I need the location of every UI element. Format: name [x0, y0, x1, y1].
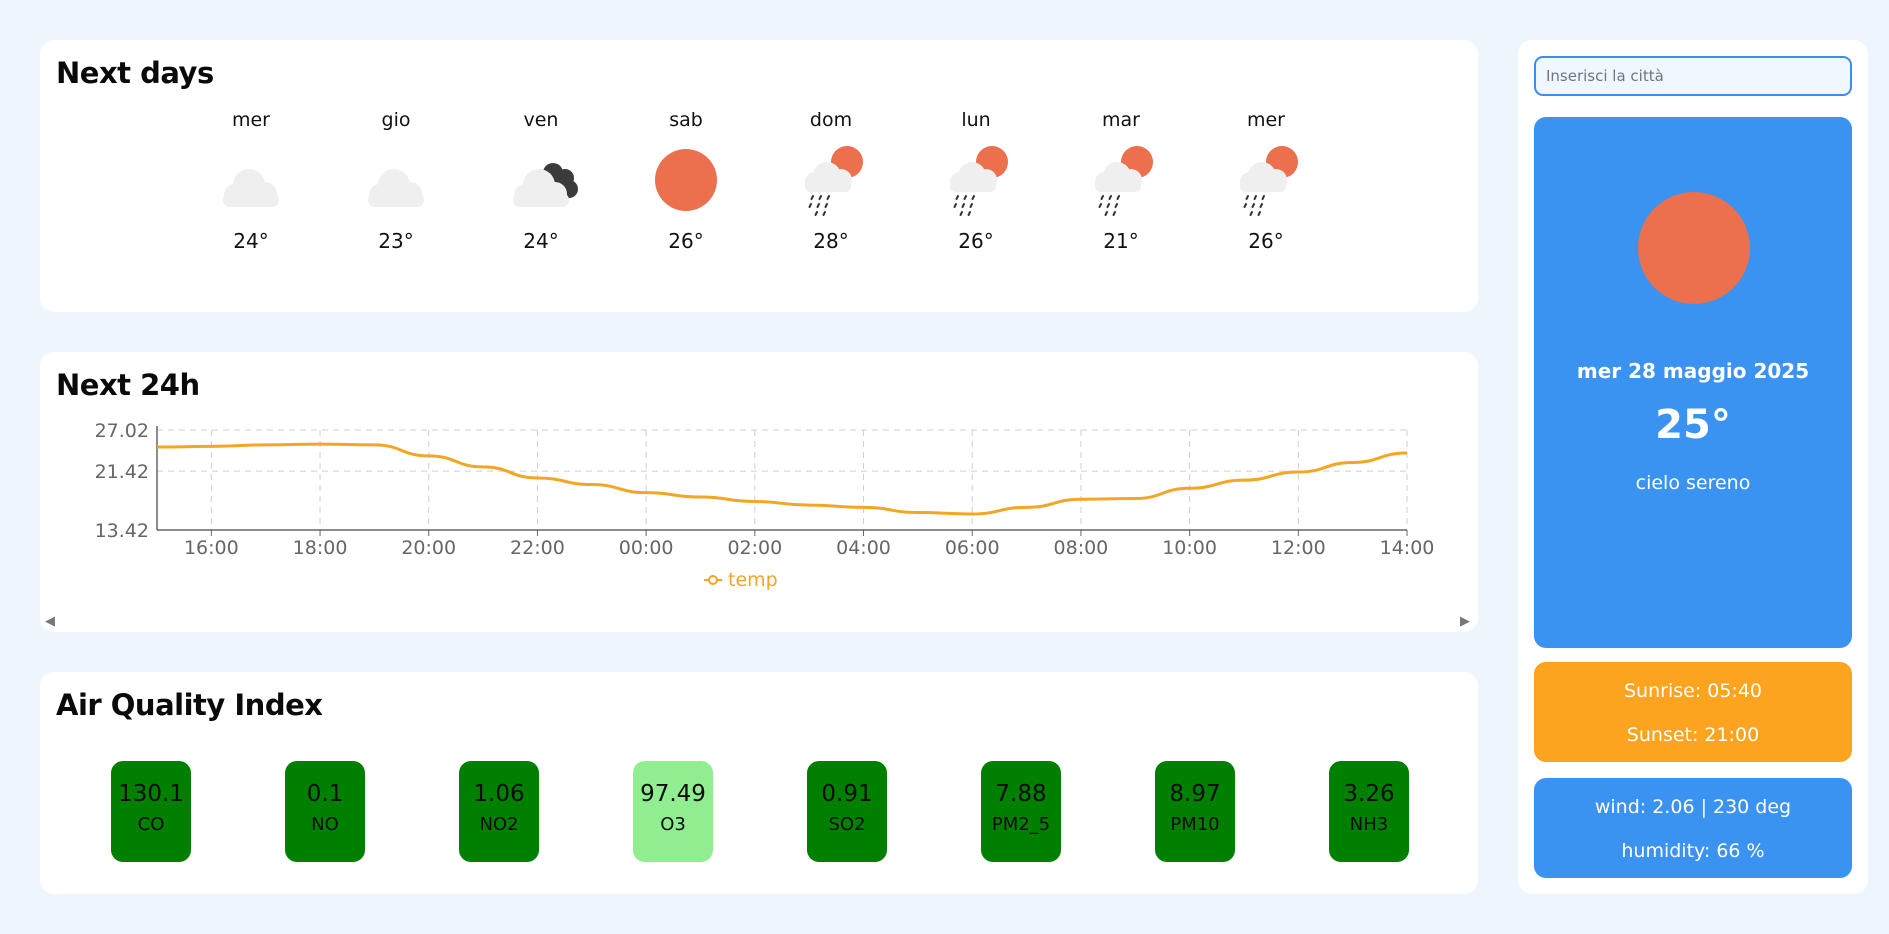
x-tick-label: 12:00 [1271, 537, 1326, 559]
aqi-item-pm10: 8.97 PM10 [1155, 761, 1235, 862]
sun-rain-icon [1061, 134, 1181, 226]
day-forecast: lun 26° [916, 106, 1036, 256]
sun-rain-icon [916, 134, 1036, 226]
aqi-value: 130.1 [118, 781, 184, 807]
next-days-card: Next days mer 24° gio 23° ven 24° sab 26° dom 28°… [40, 40, 1478, 312]
aqi-label: SO2 [828, 814, 866, 835]
x-tick-label: 14:00 [1380, 537, 1435, 559]
aqi-label: NO [311, 814, 339, 835]
legend-marker [708, 575, 718, 585]
cloud-icon [336, 134, 456, 226]
current-date: mer 28 maggio 2025 [1576, 359, 1810, 383]
scroll-right-arrow[interactable]: ▶ [1460, 614, 1470, 629]
aqi-value: 0.1 [306, 781, 344, 807]
next-24h-card: Next 24h 27.02 21.42 13.42 16:00 18:00 20:00 2… [40, 352, 1478, 632]
day-name: lun [961, 109, 991, 131]
aqi-label: PM10 [1170, 814, 1220, 835]
day-forecast: ven 24° [481, 106, 601, 256]
sun-icon [626, 134, 746, 226]
aqi-value: 7.88 [995, 781, 1047, 807]
day-forecast: dom 28° [771, 106, 891, 256]
day-forecast: mar 21° [1061, 106, 1181, 256]
day-temp: 28° [813, 229, 849, 253]
y-tick-label: 13.42 [95, 520, 149, 542]
x-tick-label: 08:00 [1054, 537, 1109, 559]
aqi-label: O3 [660, 814, 686, 835]
air-quality-title: Air Quality Index [56, 688, 323, 722]
next-days-title: Next days [56, 56, 214, 90]
x-tick-label: 18:00 [293, 537, 348, 559]
day-temp: 24° [523, 229, 559, 253]
day-temp: 26° [668, 229, 704, 253]
x-tick-label: 20:00 [401, 537, 456, 559]
day-temp: 26° [958, 229, 994, 253]
y-tick-label: 27.02 [95, 420, 149, 442]
day-name: sab [669, 109, 703, 131]
aqi-value: 1.06 [473, 781, 525, 807]
sun-rain-icon [771, 134, 891, 226]
current-description: cielo sereno [1635, 472, 1751, 494]
wind-text: wind: 2.06 | 230 deg [1594, 796, 1792, 818]
day-forecast: sab 26° [626, 106, 746, 256]
wind-humidity-card: wind: 2.06 | 230 deg humidity: 66 % [1534, 778, 1852, 878]
day-name: dom [809, 109, 853, 131]
day-name: mer [231, 109, 270, 131]
sunrise-text: Sunrise: 05:40 [1623, 680, 1763, 702]
day-name: gio [381, 109, 411, 131]
day-name: mar [1102, 109, 1140, 131]
current-weather-card: mer 28 maggio 2025 25° cielo sereno [1534, 117, 1852, 648]
x-tick-label: 00:00 [619, 537, 674, 559]
aqi-item-no: 0.1 NO [285, 761, 365, 862]
day-temp: 21° [1103, 229, 1139, 253]
day-temp: 23° [378, 229, 414, 253]
aqi-item-so2: 0.91 SO2 [807, 761, 887, 862]
sun-times-card: Sunrise: 05:40 Sunset: 21:00 [1534, 662, 1852, 762]
air-quality-card: Air Quality Index 130.1 CO 0.1 NO 1.06 NO2 97.… [40, 672, 1478, 894]
temp-series-line [156, 442, 1408, 516]
aqi-item-nh3: 3.26 NH3 [1329, 761, 1409, 862]
x-tick-label: 16:00 [184, 537, 239, 559]
aqi-item-pm2_5: 7.88 PM2_5 [981, 761, 1061, 862]
day-name: ven [523, 109, 559, 131]
city-search-input[interactable] [1534, 56, 1852, 96]
x-tick-label: 02:00 [727, 537, 782, 559]
day-name: mer [1246, 109, 1285, 131]
scroll-left-arrow[interactable]: ◀ [45, 614, 55, 629]
broken-clouds-icon [481, 134, 601, 226]
aqi-value: 97.49 [640, 781, 706, 807]
legend-label: temp [728, 569, 778, 591]
aqi-item-no2: 1.06 NO2 [459, 761, 539, 862]
aqi-item-o3: 97.49 O3 [633, 761, 713, 862]
sunset-text: Sunset: 21:00 [1626, 724, 1760, 746]
aqi-label: PM2_5 [991, 814, 1051, 835]
x-tick-label: 06:00 [945, 537, 1000, 559]
aqi-label: NH3 [1349, 814, 1389, 835]
day-temp: 24° [233, 229, 269, 253]
day-forecast: gio 23° [336, 106, 456, 256]
day-forecast: mer 26° [1206, 106, 1326, 256]
x-tick-label: 22:00 [510, 537, 565, 559]
humidity-text: humidity: 66 % [1621, 840, 1765, 862]
y-tick-label: 21.42 [95, 461, 149, 483]
sun-rain-icon [1206, 134, 1326, 226]
aqi-item-co: 130.1 CO [111, 761, 191, 862]
aqi-value: 3.26 [1343, 781, 1395, 807]
day-temp: 26° [1248, 229, 1284, 253]
aqi-value: 8.97 [1169, 781, 1221, 807]
day-forecast: mer 24° [191, 106, 311, 256]
current-temp: 25° [1655, 402, 1731, 448]
aqi-label: NO2 [479, 814, 519, 835]
x-tick-label: 04:00 [836, 537, 891, 559]
cloud-icon [191, 134, 311, 226]
aqi-value: 0.91 [821, 781, 873, 807]
hourly-temp-chart: 27.02 21.42 13.42 16:00 18:00 20:00 22:00 00:00… [95, 420, 1435, 591]
x-tick-label: 10:00 [1162, 537, 1217, 559]
aqi-label: CO [137, 814, 165, 835]
sun-icon [1638, 192, 1750, 304]
sidebar: mer 28 maggio 2025 25° cielo sereno Sunr… [1518, 40, 1868, 894]
